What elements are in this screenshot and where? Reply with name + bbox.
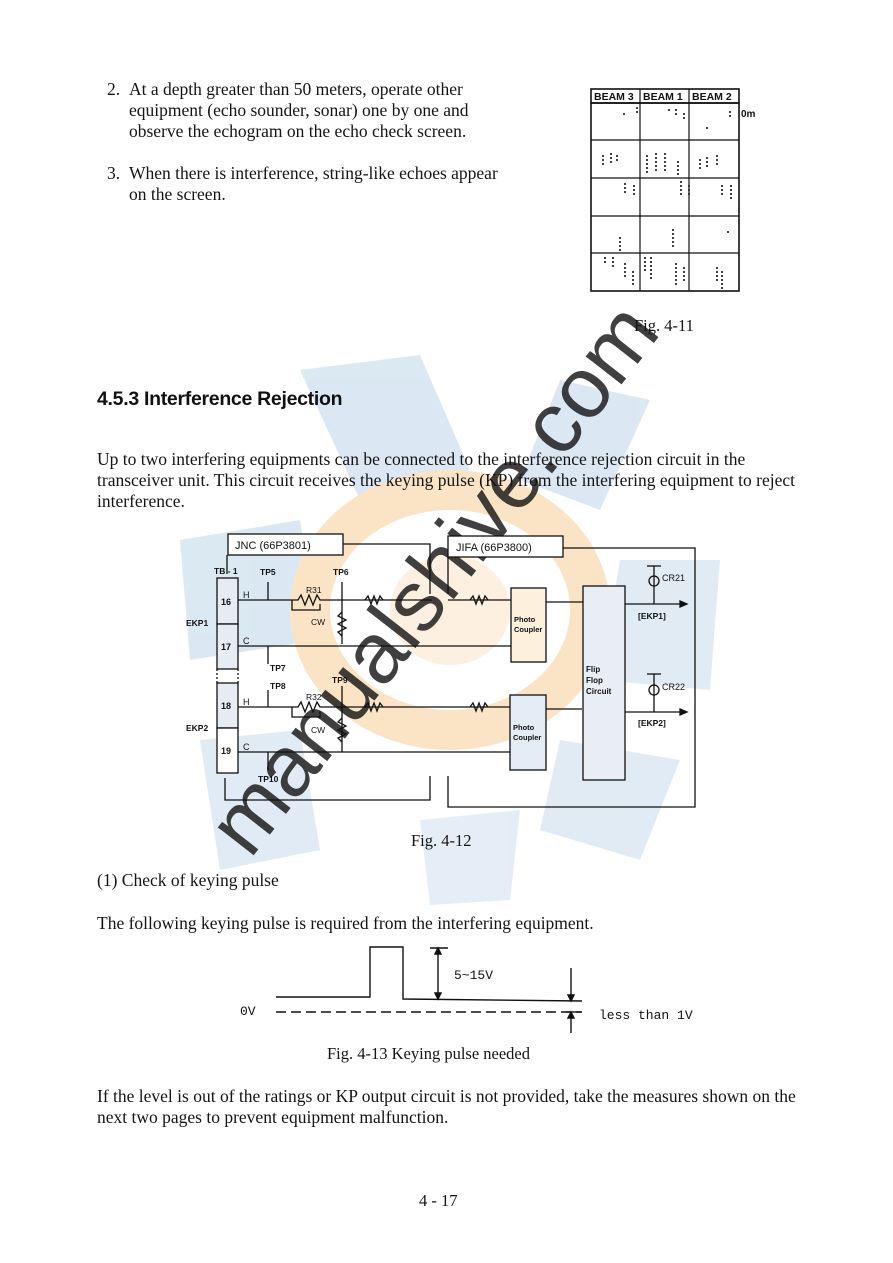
list-text: When there is interference, string-like … [129,163,498,204]
common-label: C [243,636,250,646]
zero-volt-label: 0V [240,1004,256,1019]
keying-pulse-waveform: 5~15V 0V less than 1V [240,946,693,1033]
ekp2-input-label: EKP2 [186,723,208,733]
keying-requirement-text: The following keying pulse is required f… [97,913,594,933]
flip-flop-label: Circuit [586,687,612,696]
depth-label: 0m [741,109,756,120]
jifa-label: JIFA (66P3800) [456,542,532,554]
photo-coupler-label: Photo [513,723,535,732]
page-number: 4 - 17 [419,1191,458,1210]
terminal-number: 19 [221,746,231,756]
subsection-heading: (1) Check of keying pulse [97,870,279,890]
test-point-label: TP6 [333,567,349,577]
test-point-label: TP5 [260,567,276,577]
resistor-label: R32 [306,692,322,702]
offset-label: less than 1V [599,1008,693,1023]
output-label: [EKP2] [638,718,666,728]
list-number: 3. [107,163,121,183]
cw-label: CW [311,617,325,627]
output-label: [EKP1] [638,611,666,621]
ekp1-input-label: EKP1 [186,618,208,628]
beam-label: BEAM 2 [692,91,732,103]
led-label: CR22 [662,682,685,692]
test-point-label: TP8 [270,681,286,691]
closing-paragraph: If the level is out of the ratings or KP… [97,1086,796,1127]
led-label: CR21 [662,573,685,583]
figure-caption: Fig. 4-13 Keying pulse needed [327,1044,531,1063]
cw-label: CW [311,725,325,735]
photo-coupler-label: Photo [514,615,536,624]
figure-caption: Fig. 4-12 [411,831,472,850]
jnc-label: JNC (66P3801) [235,540,311,552]
terminal-number: 17 [221,642,231,652]
amplitude-label: 5~15V [454,968,493,983]
echo-check-screen-figure: BEAM 3 BEAM 1 BEAM 2 0m [590,88,756,292]
common-label: C [243,742,250,752]
tb-label: TB - 1 [214,566,238,576]
intro-paragraph: Up to two interfering equipments can be … [97,449,795,511]
photo-coupler-label: Coupler [513,733,541,742]
resistor-label: R31 [306,585,322,595]
beam-label: BEAM 1 [643,91,683,103]
list-number: 2. [107,79,121,99]
pulse-trace [276,946,583,1002]
test-point-label: TP9 [332,675,348,685]
hot-label: H [243,697,250,707]
test-point-label: TP10 [258,774,279,784]
list-item: 2. At a depth greater than 50 meters, op… [107,79,527,142]
section-heading: 4.5.3 Interference Rejection [97,388,343,410]
echo-marks [602,107,732,289]
beam-label: BEAM 3 [594,91,634,103]
flip-flop-label: Flip [586,665,600,674]
interference-rejection-circuit: JNC (66P3801) JIFA (66P3800) TB - 1 16 1… [186,533,696,808]
terminal-number: 16 [221,597,231,607]
test-point-label: TP7 [270,663,286,673]
list-item: 3. When there is interference, string-li… [107,163,507,205]
flip-flop-label: Flop [586,676,603,685]
hot-label: H [243,590,250,600]
terminal-number: 18 [221,701,231,711]
list-text: At a depth greater than 50 meters, opera… [129,79,469,141]
photo-coupler-label: Coupler [514,625,542,634]
figure-caption: Fig. 4-11 [634,316,694,335]
